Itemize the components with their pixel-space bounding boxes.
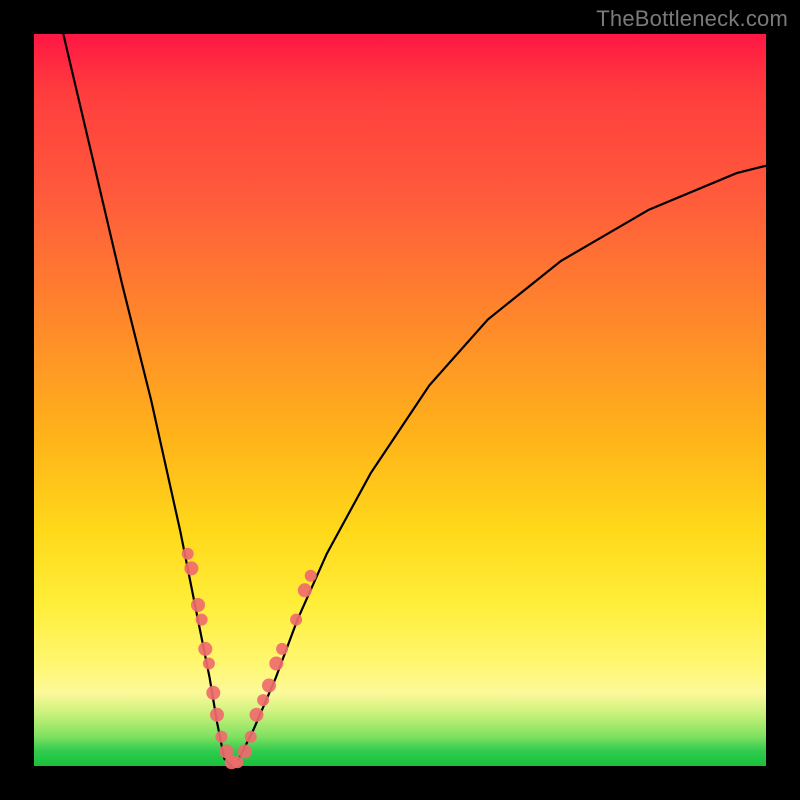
data-point-marker <box>206 686 220 700</box>
data-point-marker <box>210 708 224 722</box>
data-point-marker <box>196 614 208 626</box>
chart-frame: TheBottleneck.com <box>0 0 800 800</box>
data-point-marker <box>262 679 276 693</box>
data-point-marker <box>203 658 215 670</box>
watermark-text: TheBottleneck.com <box>596 6 788 32</box>
plot-area <box>34 34 766 766</box>
data-point-marker <box>276 643 288 655</box>
data-point-marker <box>245 731 257 743</box>
data-point-marker <box>250 708 264 722</box>
data-point-marker <box>238 744 252 758</box>
data-point-marker <box>305 570 317 582</box>
data-point-marker <box>198 642 212 656</box>
data-point-marker <box>215 731 227 743</box>
data-point-marker <box>232 756 244 768</box>
data-point-marker <box>184 561 198 575</box>
marker-group <box>182 548 317 770</box>
data-point-marker <box>298 583 312 597</box>
bottleneck-curve <box>63 34 766 766</box>
data-point-marker <box>191 598 205 612</box>
data-point-marker <box>269 657 283 671</box>
data-point-marker <box>290 614 302 626</box>
data-point-marker <box>257 694 269 706</box>
chart-svg <box>34 34 766 766</box>
data-point-marker <box>182 548 194 560</box>
